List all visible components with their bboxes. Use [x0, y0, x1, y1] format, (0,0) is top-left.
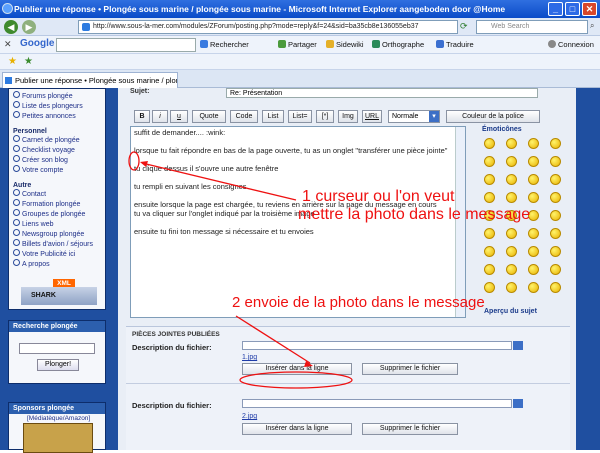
- annotation-overlay: [128, 151, 353, 389]
- cursor-highlight-circle: [128, 151, 140, 171]
- annotation-arrow-2: [235, 315, 311, 364]
- insert-button-highlight-circle: [239, 371, 353, 389]
- annotation-text-1b: mettre la photo dans le message: [298, 206, 531, 223]
- annotation-arrow-1: [141, 162, 297, 201]
- annotation-text-2: 2 envoie de la photo dans le message: [232, 294, 485, 311]
- annotation-text-1a: 1 curseur ou l'on veut: [302, 188, 455, 205]
- annotation-arrowhead-1: [140, 161, 148, 167]
